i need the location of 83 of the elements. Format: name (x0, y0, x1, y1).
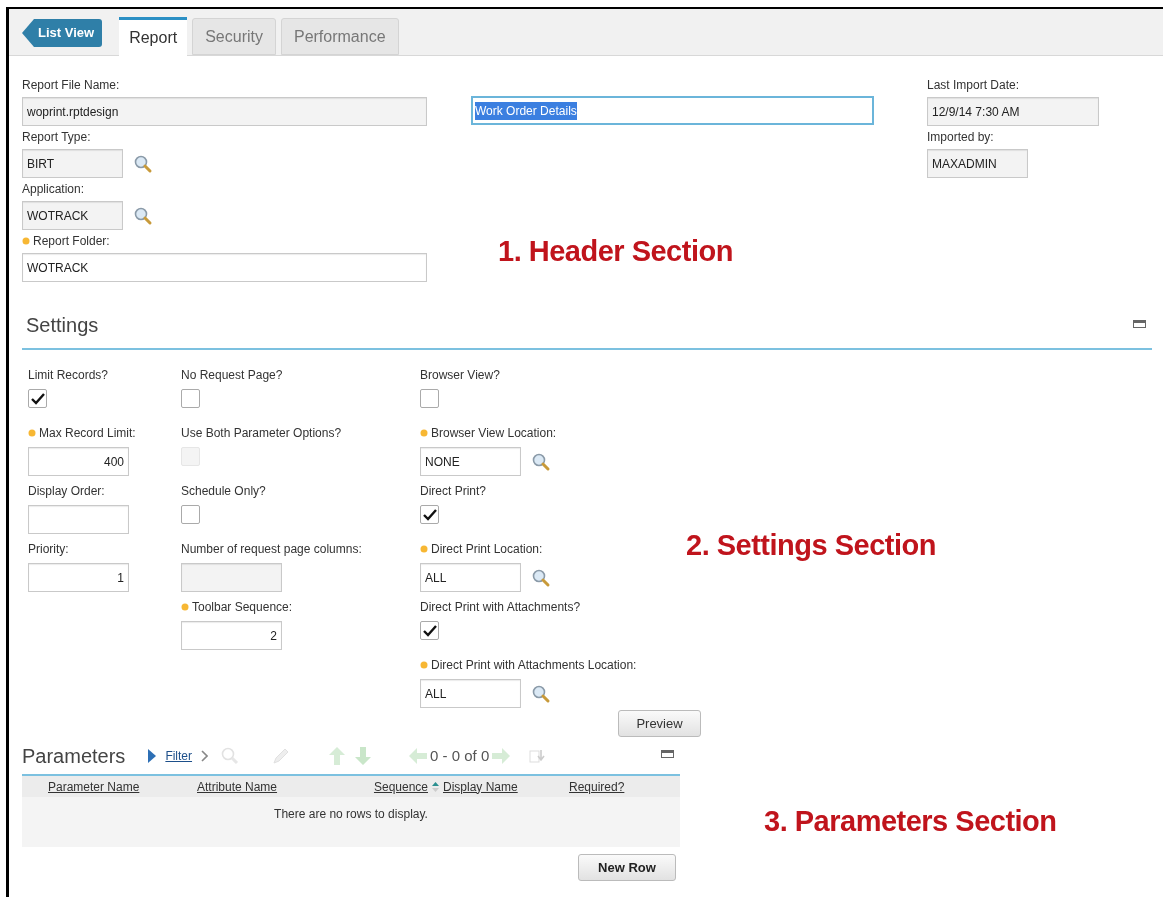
required-icon[interactable] (420, 661, 428, 669)
section-title: Parameters (22, 744, 126, 769)
required-icon[interactable] (420, 545, 428, 553)
chevron-icon[interactable] (200, 750, 209, 762)
expand-arrow-icon[interactable] (147, 748, 158, 764)
field-label: Imported by: (927, 130, 994, 144)
pencil-icon[interactable] (270, 746, 291, 766)
annotation-label: 3. Parameters Section (764, 804, 1057, 839)
required-icon[interactable] (22, 237, 30, 245)
description-field[interactable]: Work Order Details (471, 96, 874, 125)
tab[interactable]: Performance (280, 18, 399, 55)
field-label: Toolbar Sequence: (192, 600, 293, 614)
field-label: Browser View? (420, 368, 500, 382)
checkbox[interactable] (420, 389, 439, 408)
input-field[interactable]: 400 (28, 447, 129, 476)
collapse-icon[interactable] (661, 750, 674, 758)
input-field[interactable]: 1 (28, 563, 129, 592)
field-label: Report Folder: (33, 234, 110, 248)
input-field[interactable]: NONE (420, 447, 521, 476)
tab[interactable]: Report (119, 17, 188, 56)
preview-button[interactable]: Preview (618, 710, 701, 737)
search-icon[interactable] (220, 746, 241, 766)
empty-message: There are no rows to display. (274, 806, 428, 823)
search-icon[interactable] (133, 153, 153, 174)
checkbox[interactable] (181, 389, 200, 408)
annotation-label: 2. Settings Section (686, 528, 936, 563)
new-row-button[interactable]: New Row (578, 854, 676, 881)
right-arrow-icon[interactable] (491, 747, 512, 765)
field-label: Report Type: (22, 130, 91, 144)
input-field[interactable]: ALL (420, 563, 521, 592)
input-field[interactable]: WOTRACK (22, 253, 427, 282)
column-header[interactable]: Required? (569, 777, 625, 796)
field-label: Schedule Only? (181, 484, 266, 498)
required-icon[interactable] (420, 429, 428, 437)
checkbox[interactable] (420, 621, 439, 640)
field-label: Priority: (28, 542, 69, 556)
collapse-icon[interactable] (1133, 320, 1146, 328)
field-label: Report File Name: (22, 78, 120, 92)
field-label: Max Record Limit: (39, 426, 136, 440)
field-label: Direct Print? (420, 484, 487, 498)
input-field[interactable] (28, 505, 129, 534)
field-label: Direct Print with Attachments? (420, 600, 581, 614)
checkbox[interactable] (181, 505, 200, 524)
column-header[interactable]: Sequence (373, 777, 428, 796)
checkbox[interactable] (28, 389, 47, 408)
search-icon[interactable] (133, 205, 153, 226)
list-view-button[interactable]: List View (22, 19, 103, 47)
search-icon[interactable] (531, 567, 551, 588)
download-icon[interactable] (529, 748, 546, 764)
input-field: WOTRACK (22, 201, 123, 230)
required-icon[interactable] (28, 429, 36, 437)
field-label: Number of request page columns: (181, 542, 362, 556)
field-label: Use Both Parameter Options? (181, 426, 342, 440)
field-label: Limit Records? (28, 368, 109, 382)
field-label: Direct Print Location: (431, 542, 543, 556)
tab[interactable]: Security (192, 18, 276, 55)
filter-link[interactable]: Filter (165, 747, 193, 765)
input-field: BIRT (22, 149, 123, 178)
column-header[interactable]: Parameter Name (48, 777, 140, 796)
annotation-label: 1. Header Section (498, 234, 733, 269)
sort-icon[interactable] (432, 780, 439, 793)
field-label: Direct Print with Attachments Location: (431, 658, 637, 672)
down-arrow-icon[interactable] (354, 746, 373, 766)
input-field[interactable]: ALL (420, 679, 521, 708)
up-arrow-icon[interactable] (328, 746, 347, 766)
column-header[interactable]: Attribute Name (197, 777, 278, 796)
field-label: Application: (22, 182, 85, 196)
input-field: MAXADMIN (927, 149, 1028, 178)
section-title: Settings (26, 313, 99, 338)
search-icon[interactable] (531, 451, 551, 472)
field-label: Last Import Date: (927, 78, 1020, 92)
field-label: Browser View Location: (431, 426, 557, 440)
required-icon[interactable] (181, 603, 189, 611)
field-label: Display Order: (28, 484, 105, 498)
search-icon[interactable] (531, 683, 551, 704)
left-arrow-icon[interactable] (408, 747, 429, 765)
checkbox[interactable] (420, 505, 439, 524)
input-field: woprint.rptdesign (22, 97, 427, 126)
column-header[interactable]: Display Name (443, 777, 518, 796)
input-field: 12/9/14 7:30 AM (927, 97, 1099, 126)
field-label: No Request Page? (181, 368, 283, 382)
input-field[interactable]: 2 (181, 621, 282, 650)
pager-text: 0 - 0 of 0 (430, 745, 490, 766)
